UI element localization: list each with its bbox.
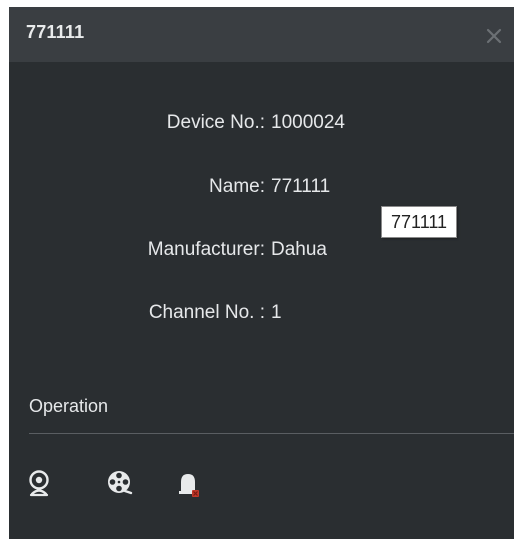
name-label: Name: [209,176,265,197]
channel-no-label: Channel No. : [148,302,265,323]
alarm-icon[interactable] [175,469,203,499]
device-no-value: 1000024 [271,112,345,133]
playback-icon[interactable] [106,469,134,499]
operation-section-title: Operation [29,396,109,416]
manufacturer-label: Manufacturer: [147,239,265,260]
close-icon[interactable] [484,26,504,46]
popup-title: 771111 [26,22,85,42]
channel-no-value: 1 [271,302,282,323]
operation-divider [29,433,514,434]
device-no-label: Device No.: [166,112,265,133]
manufacturer-value: Dahua [271,239,327,260]
live-view-icon[interactable] [25,469,53,499]
name-value: 771111 [271,176,331,197]
title-bar: 771111 [9,7,514,62]
device-info-popup: 771111 Device No.: 1000024 Name: 771111 … [9,7,514,539]
name-tooltip: 771111 [381,206,458,238]
